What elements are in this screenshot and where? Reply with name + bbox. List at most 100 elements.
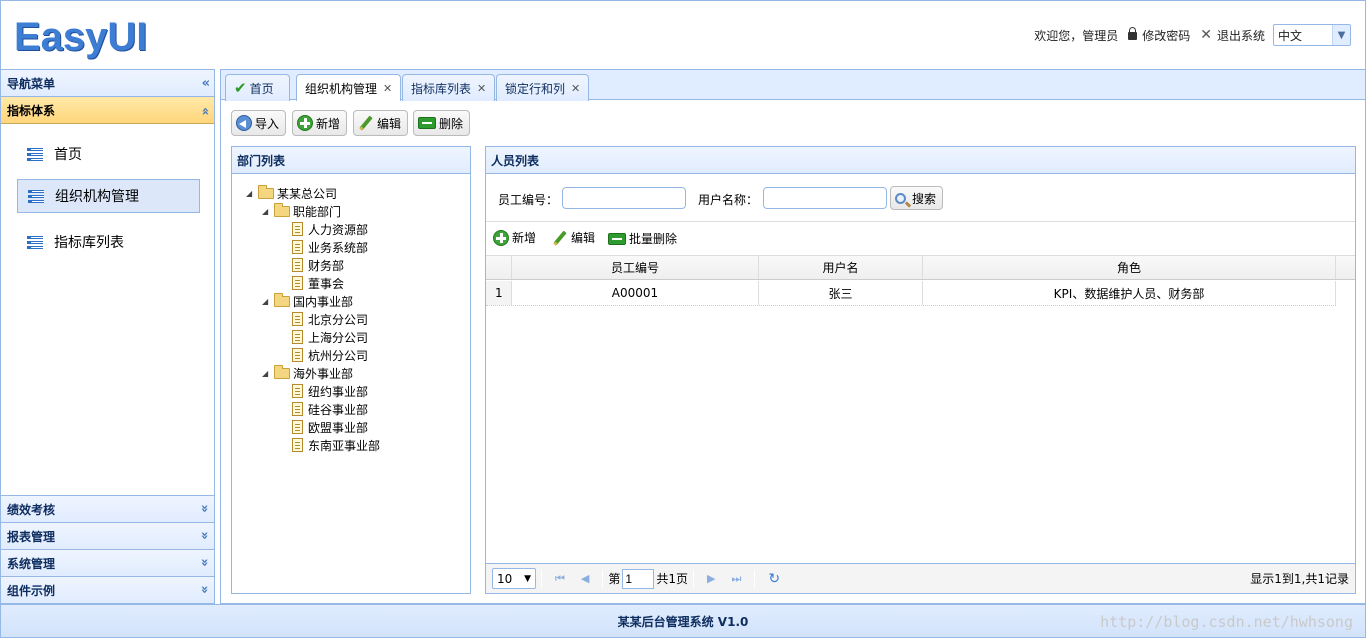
column-header-emp-no[interactable]: 员工编号 [512, 256, 759, 279]
menu-item-home[interactable]: 首页 [17, 137, 200, 171]
chevron-down-icon: ▼ [1332, 25, 1350, 45]
accordion-header-components[interactable]: 组件示例 « [1, 576, 214, 603]
collapse-left-icon[interactable]: « [202, 76, 211, 91]
menu-item-label: 指标库列表 [54, 235, 124, 251]
tree-node[interactable]: 纽约事业部 [292, 382, 368, 400]
tree-node-label: 欧盟事业部 [308, 420, 369, 435]
tab-home[interactable]: ✔ 首页 [225, 74, 290, 101]
tree-node-label: 北京分公司 [308, 312, 369, 327]
collapse-triangle-icon[interactable]: ◢ [262, 207, 274, 216]
prev-page-icon[interactable]: ◀ [581, 572, 589, 585]
batch-delete-button[interactable]: 批量删除 [608, 230, 677, 247]
search-button[interactable]: 搜索 [890, 186, 944, 210]
close-icon[interactable]: ✕ [571, 82, 580, 95]
nav-title-bar: 导航菜单 « [1, 70, 214, 97]
close-icon[interactable]: ✕ [477, 82, 486, 95]
accordion-header-active[interactable]: 指标体系 « [1, 97, 214, 124]
add-icon [297, 115, 313, 131]
footer: 某某后台管理系统 V1.0 http://blog.csdn.net/hwhso… [0, 604, 1366, 638]
menu-item-indicator-list[interactable]: 指标库列表 [17, 225, 200, 259]
refresh-icon[interactable]: ↻ [768, 571, 780, 587]
button-label: 搜索 [912, 191, 937, 206]
emp-no-input[interactable] [562, 187, 686, 209]
tree-node[interactable]: 人力资源部 [292, 220, 368, 238]
column-header-role[interactable]: 角色 [923, 256, 1336, 279]
collapse-triangle-icon[interactable]: ◢ [262, 369, 274, 378]
button-label: 编辑 [377, 116, 402, 131]
cell-user: 张三 [759, 281, 923, 305]
tree-node[interactable]: 财务部 [292, 256, 344, 274]
file-icon [292, 330, 303, 344]
folder-icon [274, 202, 290, 217]
delete-icon [608, 232, 626, 245]
page-number-input[interactable] [622, 568, 655, 589]
collapse-triangle-icon[interactable]: ◢ [246, 189, 258, 198]
grid-add-button[interactable]: 新增 [493, 229, 536, 246]
add-button[interactable]: 新增 [292, 110, 348, 136]
user-name-input[interactable] [763, 187, 887, 209]
tab-label: 指标库列表 [411, 81, 472, 96]
row-number: 1 [486, 281, 512, 305]
close-icon: ✕ [1200, 27, 1212, 43]
accordion-label: 绩效考核 [7, 502, 56, 517]
table-row[interactable]: 1 A00001 张三 KPI、数据维护人员、财务部 [486, 281, 1336, 306]
header-user-area: 欢迎您，管理员 修改密码 ✕ 退出系统 中文 ▼ [1034, 23, 1351, 47]
tab-org-management[interactable]: 组织机构管理 ✕ [296, 74, 402, 101]
footer-text: 某某后台管理系统 V1.0 [617, 614, 749, 629]
logout-link[interactable]: ✕ 退出系统 [1200, 27, 1265, 44]
tree-node[interactable]: ◢ 国内事业部 [262, 292, 353, 310]
accordion-header-performance[interactable]: 绩效考核 « [1, 495, 214, 522]
grid-edit-button[interactable]: 编辑 [552, 229, 595, 246]
first-page-icon[interactable]: ⏮ [555, 572, 565, 586]
grid-header: 员工编号 用户名 角色 [486, 255, 1355, 280]
collapse-triangle-icon[interactable]: ◢ [262, 297, 274, 306]
tab-indicator-list[interactable]: 指标库列表 ✕ [402, 74, 496, 101]
language-select[interactable]: 中文 ▼ [1273, 24, 1351, 46]
accordion-header-reports[interactable]: 报表管理 « [1, 522, 214, 549]
change-password-link[interactable]: 修改密码 [1128, 27, 1190, 44]
button-label: 编辑 [571, 231, 596, 245]
last-page-icon[interactable]: ⏭ [732, 572, 742, 586]
tree-node-label: 董事会 [308, 276, 345, 291]
language-value: 中文 [1278, 28, 1303, 43]
edit-button[interactable]: 编辑 [353, 110, 409, 136]
tab-lock-rows-cols[interactable]: 锁定行和列 ✕ [496, 74, 590, 101]
tree-node[interactable]: 欧盟事业部 [292, 418, 368, 436]
tree-node[interactable]: 北京分公司 [292, 310, 368, 328]
close-icon[interactable]: ✕ [383, 82, 392, 95]
file-icon [292, 384, 303, 398]
tree-node[interactable]: 上海分公司 [292, 328, 368, 346]
tree-node[interactable]: ◢ 海外事业部 [262, 364, 353, 382]
import-button[interactable]: 导入 [231, 110, 287, 136]
pencil-icon [552, 230, 568, 246]
separator [693, 569, 695, 588]
file-icon [292, 240, 303, 254]
tree-node-label: 财务部 [308, 258, 345, 273]
file-icon [292, 222, 303, 236]
tree-node[interactable]: 硅谷事业部 [292, 400, 368, 418]
tree-node-label: 硅谷事业部 [308, 402, 369, 417]
menu-item-org-management[interactable]: 组织机构管理 [17, 179, 200, 213]
tree-node-label: 某某总公司 [277, 186, 338, 201]
next-page-icon[interactable]: ▶ [707, 572, 715, 585]
accordion-header-system[interactable]: 系统管理 « [1, 549, 214, 576]
folder-icon [258, 184, 274, 199]
button-label: 新增 [512, 231, 537, 245]
tree-node[interactable]: 董事会 [292, 274, 344, 292]
tree-node-label: 东南亚事业部 [308, 438, 381, 453]
tree-node[interactable]: ◢ 职能部门 [262, 202, 341, 220]
delete-button[interactable]: 删除 [413, 110, 471, 136]
tree-node[interactable]: ◢ 某某总公司 [246, 184, 337, 202]
logo: EasyUI [14, 15, 148, 59]
column-header-user[interactable]: 用户名 [759, 256, 923, 279]
page-prefix: 第 [608, 572, 621, 586]
divider [486, 221, 1355, 222]
separator [541, 569, 542, 588]
page-size-select[interactable]: 10 ▼ [492, 568, 536, 589]
tree-node[interactable]: 东南亚事业部 [292, 436, 380, 454]
cell-emp-no: A00001 [512, 281, 759, 305]
tree-node[interactable]: 业务系统部 [292, 238, 368, 256]
tree-node[interactable]: 杭州分公司 [292, 346, 368, 364]
tree-node-label: 人力资源部 [308, 222, 369, 237]
menu-item-label: 首页 [54, 147, 82, 163]
